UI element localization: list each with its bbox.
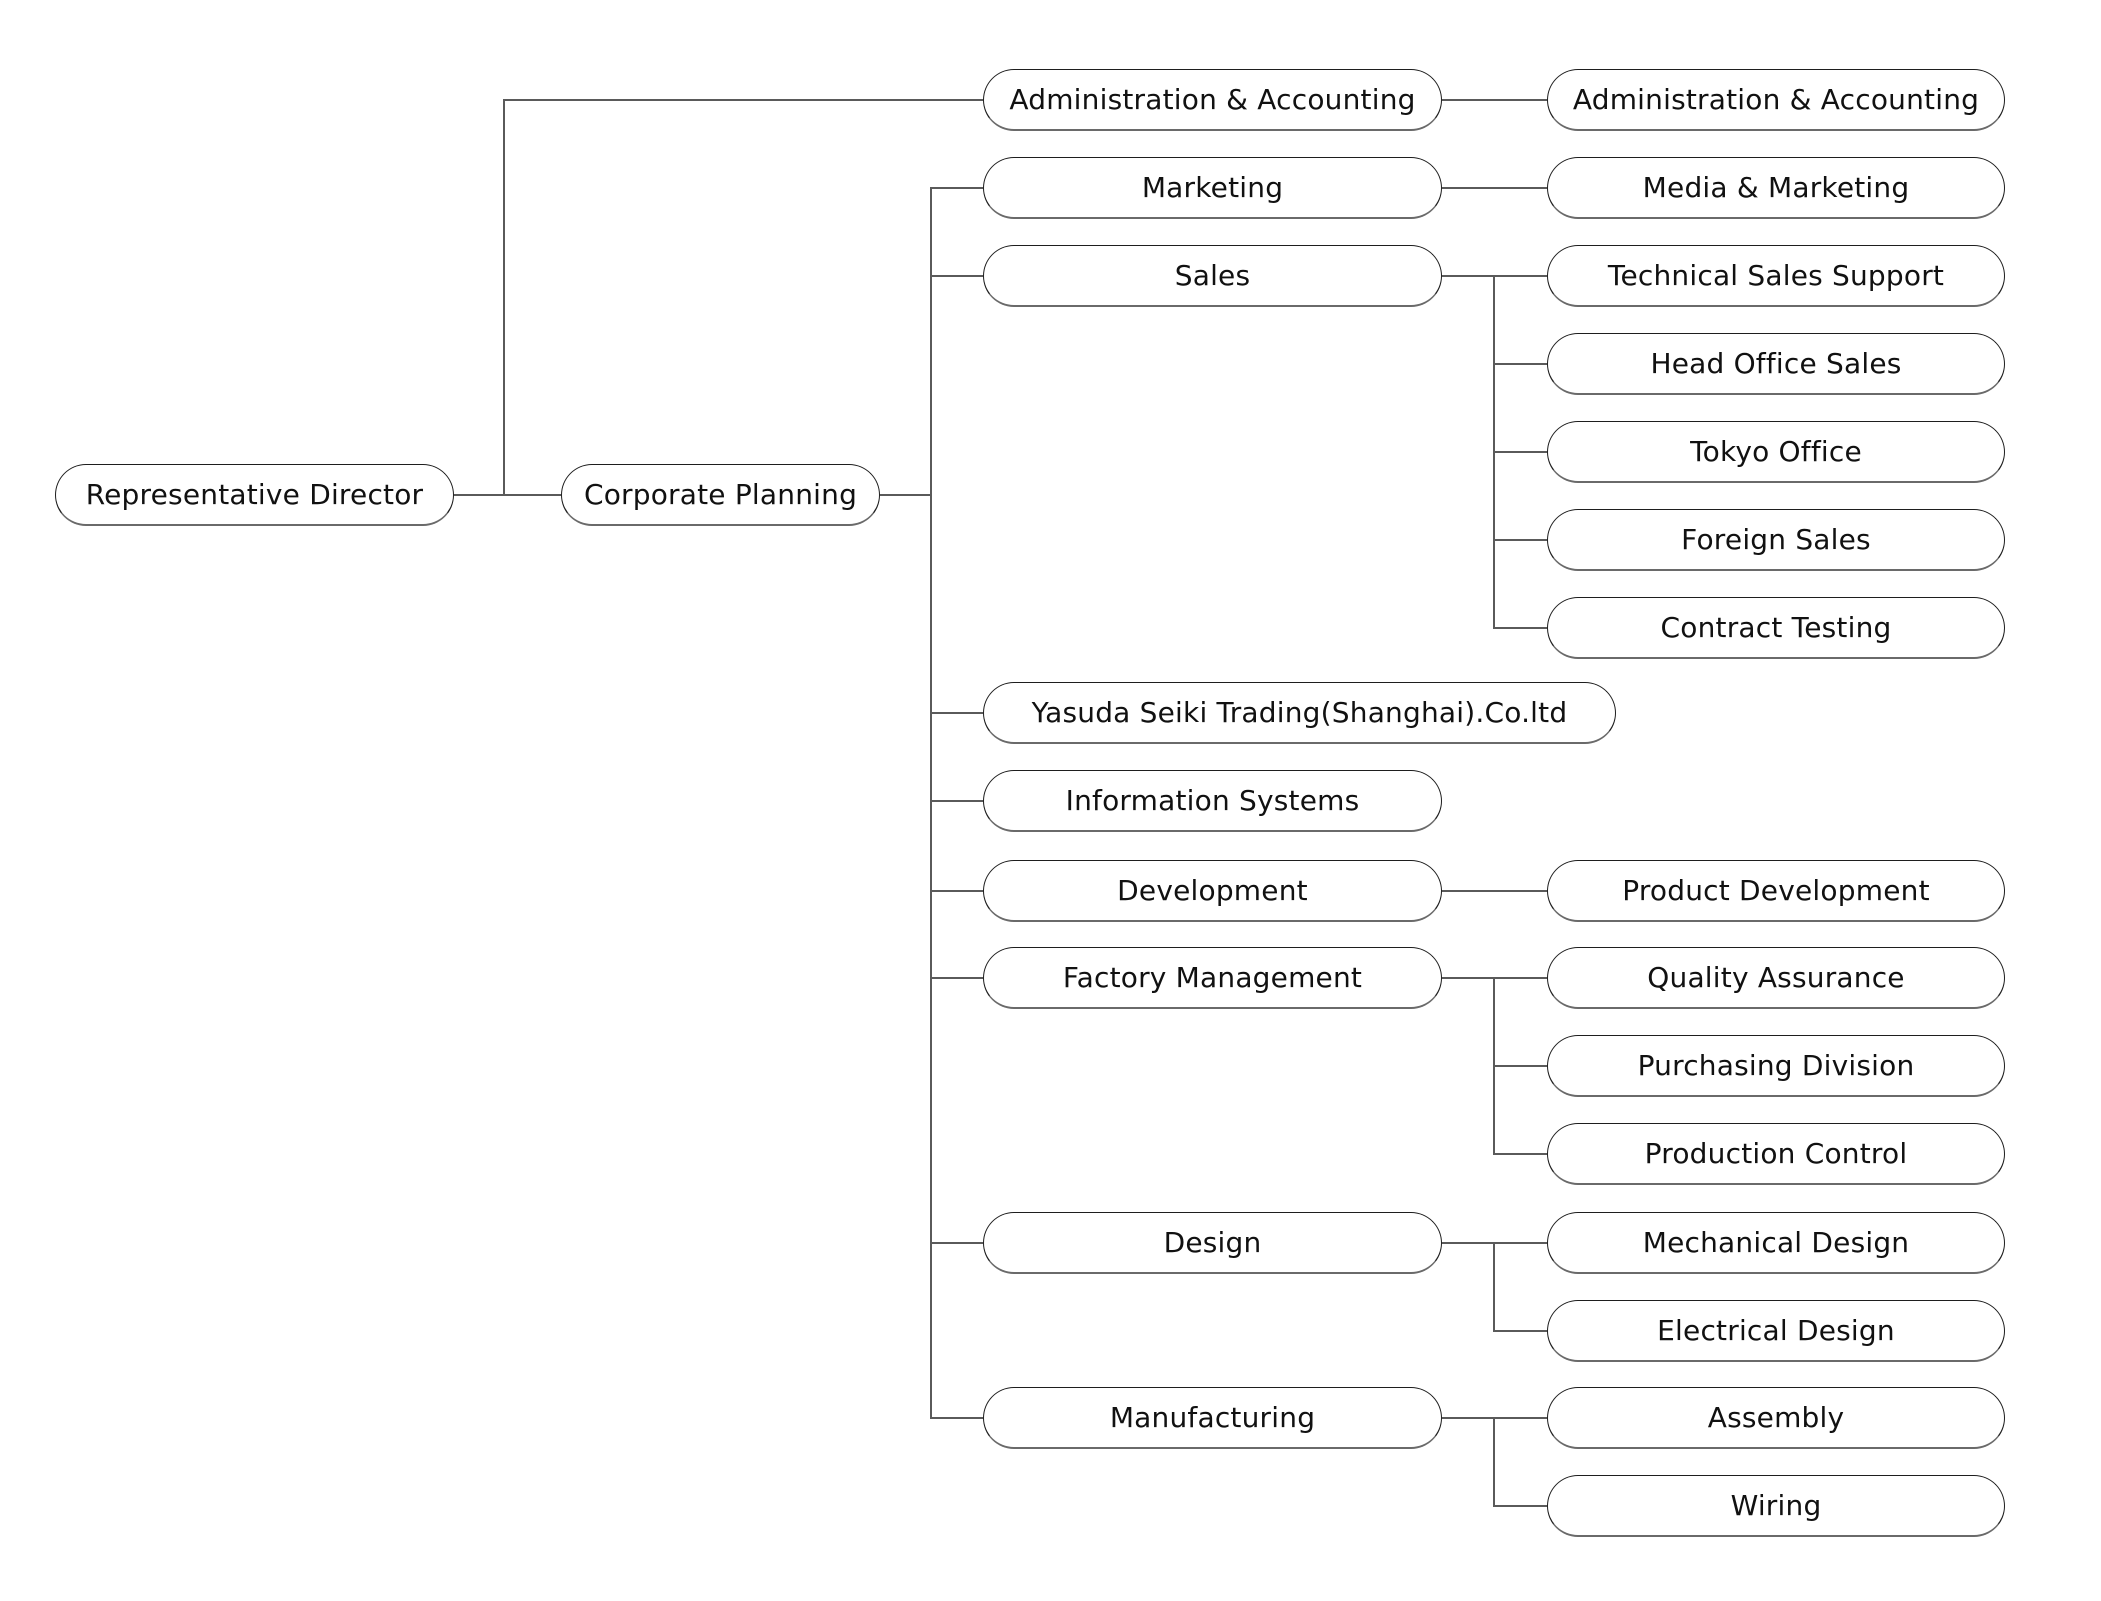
node-assembly[interactable]: Assembly [1547, 1387, 2005, 1449]
connector [503, 99, 505, 496]
connector [503, 99, 983, 101]
connector [1442, 187, 1547, 189]
node-contract-testing[interactable]: Contract Testing [1547, 597, 2005, 659]
node-purchasing-division[interactable]: Purchasing Division [1547, 1035, 2005, 1097]
node-corporate-planning[interactable]: Corporate Planning [561, 464, 880, 526]
connector [1493, 1065, 1547, 1067]
connector [454, 494, 561, 496]
node-production-control[interactable]: Production Control [1547, 1123, 2005, 1185]
node-tokyo-office[interactable]: Tokyo Office [1547, 421, 2005, 483]
connector [1493, 1330, 1547, 1332]
node-wiring[interactable]: Wiring [1547, 1475, 2005, 1537]
node-head-office-sales[interactable]: Head Office Sales [1547, 333, 2005, 395]
node-factory-management[interactable]: Factory Management [983, 947, 1442, 1009]
node-yasuda-seiki-trading[interactable]: Yasuda Seiki Trading(Shanghai).Co.ltd [983, 682, 1616, 744]
node-product-development[interactable]: Product Development [1547, 860, 2005, 922]
node-representative-director[interactable]: Representative Director [55, 464, 454, 526]
sub-trunk [1493, 1417, 1495, 1507]
connector [1493, 451, 1547, 453]
node-administration-accounting[interactable]: Administration & Accounting [983, 69, 1442, 131]
connector [1442, 99, 1547, 101]
node-manufacturing[interactable]: Manufacturing [983, 1387, 1442, 1449]
connector [930, 890, 983, 892]
connector [880, 494, 932, 496]
node-sales[interactable]: Sales [983, 245, 1442, 307]
org-chart: Representative Director Corporate Planni… [0, 0, 2101, 1601]
connector [1493, 627, 1547, 629]
node-mechanical-design[interactable]: Mechanical Design [1547, 1212, 2005, 1274]
node-media-marketing[interactable]: Media & Marketing [1547, 157, 2005, 219]
node-design[interactable]: Design [983, 1212, 1442, 1274]
node-foreign-sales[interactable]: Foreign Sales [1547, 509, 2005, 571]
connector [1442, 890, 1547, 892]
node-technical-sales-support[interactable]: Technical Sales Support [1547, 245, 2005, 307]
node-development[interactable]: Development [983, 860, 1442, 922]
node-administration-accounting-sub[interactable]: Administration & Accounting [1547, 69, 2005, 131]
node-electrical-design[interactable]: Electrical Design [1547, 1300, 2005, 1362]
main-trunk [930, 187, 932, 1419]
connector [930, 187, 983, 189]
connector [1493, 363, 1547, 365]
connector [930, 1242, 983, 1244]
node-marketing[interactable]: Marketing [983, 157, 1442, 219]
connector [930, 712, 983, 714]
connector [930, 800, 983, 802]
connector [1493, 539, 1547, 541]
connector [930, 1417, 983, 1419]
node-quality-assurance[interactable]: Quality Assurance [1547, 947, 2005, 1009]
connector [930, 275, 983, 277]
connector [930, 977, 983, 979]
connector [1493, 1505, 1547, 1507]
connector [1493, 1153, 1547, 1155]
node-information-systems[interactable]: Information Systems [983, 770, 1442, 832]
sub-trunk [1493, 1242, 1495, 1332]
